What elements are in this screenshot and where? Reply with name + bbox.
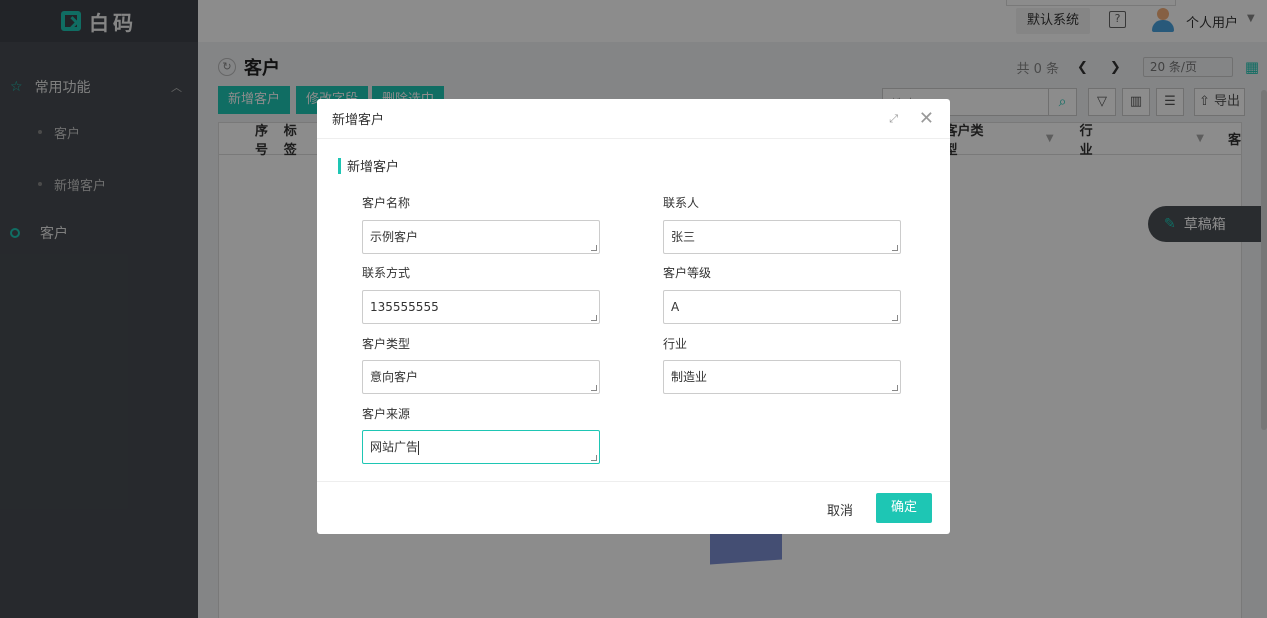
dialog-footer: 取消 确定: [317, 481, 950, 534]
scrollbar[interactable]: [1261, 90, 1267, 430]
field-label-level: 客户等级: [663, 266, 712, 280]
text-caret: [418, 440, 420, 455]
section-title: 新增客户: [338, 156, 950, 175]
confirm-button[interactable]: 确定: [876, 493, 932, 523]
type-field[interactable]: 意向客户: [362, 360, 600, 394]
field-label-phone: 联系方式: [362, 266, 411, 280]
customer-name-field[interactable]: 示例客户: [362, 220, 600, 254]
source-value: 网站广告: [370, 440, 419, 454]
close-icon[interactable]: ✕: [919, 108, 934, 129]
new-customer-dialog: 新增客户 ⤢ ✕ 新增客户 客户名称 示例客户 联系人 张三 联系方式 1355…: [317, 99, 950, 534]
section-bar: [338, 157, 341, 174]
field-label-customer-name: 客户名称: [362, 196, 411, 210]
cancel-button[interactable]: 取消: [827, 500, 853, 519]
dialog-title: 新增客户: [332, 113, 385, 128]
dialog-header: 新增客户 ⤢ ✕: [317, 99, 950, 139]
field-label-source: 客户来源: [362, 407, 411, 421]
industry-field[interactable]: 制造业: [663, 360, 901, 394]
level-field[interactable]: A: [663, 290, 901, 324]
field-label-industry: 行业: [663, 337, 688, 351]
phone-field[interactable]: 135555555: [362, 290, 600, 324]
maximize-icon[interactable]: ⤢: [889, 112, 898, 126]
section-label: 新增客户: [347, 160, 400, 175]
field-label-type: 客户类型: [362, 337, 411, 351]
field-label-contact: 联系人: [663, 196, 700, 210]
source-field[interactable]: 网站广告: [362, 430, 600, 464]
contact-field[interactable]: 张三: [663, 220, 901, 254]
